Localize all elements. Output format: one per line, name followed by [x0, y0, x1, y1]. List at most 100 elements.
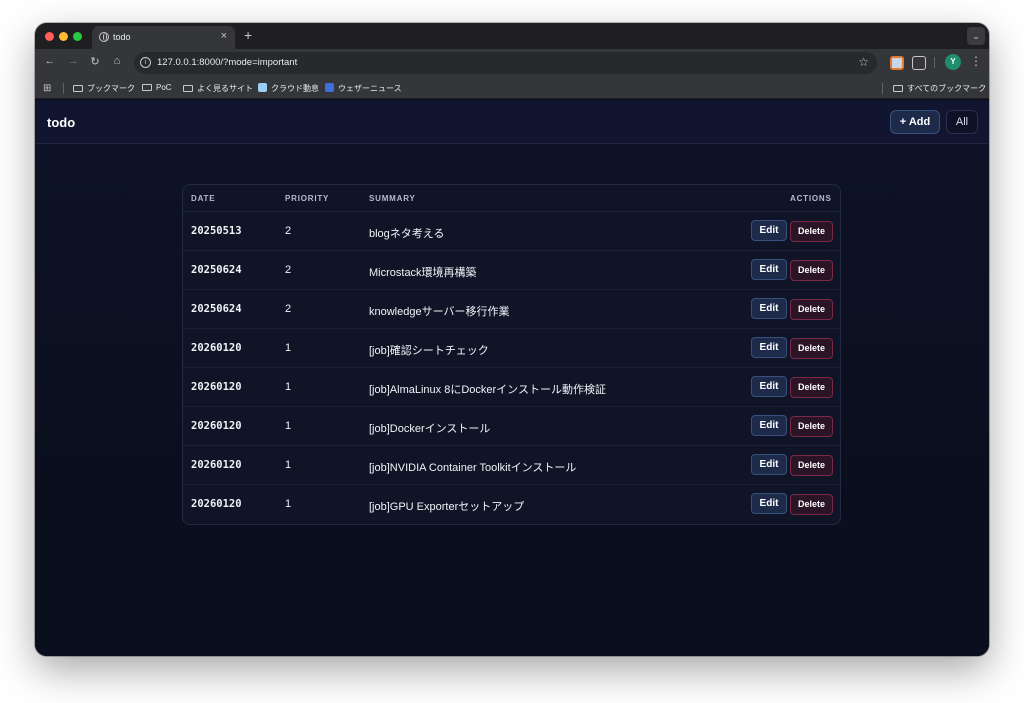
- priority-cell: 1: [285, 381, 292, 393]
- summary-cell: blogネタ考える: [369, 228, 445, 240]
- bookmark-star-icon[interactable]: ☆: [858, 55, 869, 69]
- edit-button[interactable]: Edit: [751, 454, 787, 475]
- delete-button[interactable]: Delete: [790, 260, 833, 281]
- date-cell: 20260120: [191, 459, 242, 471]
- delete-button[interactable]: Delete: [790, 299, 833, 320]
- date-cell: 20250624: [191, 303, 242, 315]
- table-row: 20250624 2 knowledgeサーバー移行作業 Edit Delete: [183, 290, 840, 329]
- date-cell: 20260120: [191, 342, 242, 354]
- summary-cell: [job]NVIDIA Container Toolkitインストール: [369, 462, 577, 474]
- bookmark-folder-bookmarks[interactable]: ブックマーク: [73, 83, 135, 94]
- priority-cell: 2: [285, 225, 292, 237]
- priority-cell: 1: [285, 498, 292, 510]
- page-footer-area: [35, 518, 989, 656]
- edit-button[interactable]: Edit: [751, 298, 787, 319]
- chevron-down-icon[interactable]: ⌄: [967, 27, 985, 45]
- app-header: todo + Add All: [35, 100, 989, 144]
- kebab-menu-icon[interactable]: ⋮: [970, 54, 982, 68]
- column-header-priority: PRIORITY: [285, 194, 330, 203]
- date-cell: 20260120: [191, 498, 242, 510]
- close-window-button[interactable]: [45, 32, 54, 41]
- site-info-icon[interactable]: i: [140, 57, 151, 68]
- cloud-site-icon: [258, 83, 267, 92]
- back-arrow-icon[interactable]: ←: [42, 55, 58, 67]
- bookmark-folder-frequent[interactable]: よく見るサイト: [183, 83, 253, 94]
- todo-app: todo + Add All DATE PRIORITY SUMMARY ACT…: [35, 100, 989, 656]
- app-title: todo: [47, 115, 76, 130]
- delete-button[interactable]: Delete: [790, 416, 833, 437]
- table-row: 20260120 1 [job]確認シートチェック Edit Delete: [183, 329, 840, 368]
- column-header-actions: ACTIONS: [790, 194, 832, 203]
- bookmarks-bar: ⊞ ブックマーク PoC よく見るサイト クラウド動息 ウェザーニュース すべて…: [35, 78, 989, 99]
- folder-icon: [183, 85, 193, 92]
- bookmark-cloud[interactable]: クラウド動息: [258, 83, 319, 94]
- date-cell: 20250513: [191, 225, 242, 237]
- edit-button[interactable]: Edit: [751, 376, 787, 397]
- summary-cell: knowledgeサーバー移行作業: [369, 306, 510, 318]
- reload-icon[interactable]: ↻: [87, 55, 103, 68]
- tab-title: todo: [113, 32, 131, 42]
- bookmarks-divider: [882, 83, 883, 94]
- edit-button[interactable]: Edit: [751, 259, 787, 280]
- table-header: DATE PRIORITY SUMMARY ACTIONS: [183, 185, 840, 212]
- folder-icon: [142, 84, 152, 91]
- date-cell: 20260120: [191, 420, 242, 432]
- edit-button[interactable]: Edit: [751, 493, 787, 514]
- maximize-window-button[interactable]: [73, 32, 82, 41]
- toolbar-divider: [934, 57, 935, 68]
- all-bookmarks-folder[interactable]: すべてのブックマーク: [893, 83, 986, 94]
- delete-button[interactable]: Delete: [790, 221, 833, 242]
- minimize-window-button[interactable]: [59, 32, 68, 41]
- home-icon[interactable]: ⌂: [109, 55, 125, 67]
- tab-strip: todo × + ⌄: [35, 23, 989, 49]
- priority-cell: 2: [285, 303, 292, 315]
- forward-arrow-icon[interactable]: →: [65, 55, 81, 67]
- delete-button[interactable]: Delete: [790, 377, 833, 398]
- column-header-date: DATE: [191, 194, 216, 203]
- priority-cell: 1: [285, 342, 292, 354]
- browser-tab[interactable]: todo ×: [92, 26, 235, 49]
- column-header-summary: SUMMARY: [369, 194, 416, 203]
- table-row: 20250624 2 Microstack環境再構築 Edit Delete: [183, 251, 840, 290]
- date-cell: 20260120: [191, 381, 242, 393]
- table-row: 20260120 1 [job]NVIDIA Container Toolkit…: [183, 446, 840, 485]
- summary-cell: [job]確認シートチェック: [369, 345, 489, 357]
- puzzle-icon[interactable]: [912, 56, 926, 70]
- edit-button[interactable]: Edit: [751, 337, 787, 358]
- edit-button[interactable]: Edit: [751, 220, 787, 241]
- url-text: 127.0.0.1:8000/?mode=important: [157, 57, 298, 68]
- bookmark-weathernews[interactable]: ウェザーニュース: [325, 83, 402, 94]
- close-tab-icon[interactable]: ×: [221, 30, 227, 42]
- summary-cell: Microstack環境再構築: [369, 267, 477, 279]
- table-row: 20260120 1 [job]GPU Exporterセットアップ Edit …: [183, 485, 840, 524]
- delete-button[interactable]: Delete: [790, 338, 833, 359]
- folder-icon: [893, 85, 903, 92]
- summary-cell: [job]GPU Exporterセットアップ: [369, 501, 525, 513]
- all-filter-button[interactable]: All: [946, 110, 978, 134]
- table-row: 20260120 1 [job]Dockerインストール Edit Delete: [183, 407, 840, 446]
- summary-cell: [job]AlmaLinux 8にDockerインストール動作検証: [369, 384, 606, 396]
- globe-icon: [99, 32, 109, 42]
- new-tab-button[interactable]: +: [244, 27, 252, 43]
- browser-toolbar: ← → ↻ ⌂ i 127.0.0.1:8000/?mode=important…: [35, 49, 989, 78]
- browser-window: todo × + ⌄ ← → ↻ ⌂ i 127.0.0.1:8000/?mod…: [35, 23, 989, 656]
- add-button[interactable]: + Add: [890, 110, 940, 134]
- priority-cell: 1: [285, 420, 292, 432]
- todo-table: DATE PRIORITY SUMMARY ACTIONS 20250513 2…: [182, 184, 841, 525]
- extension-icon[interactable]: [890, 56, 904, 70]
- priority-cell: 2: [285, 264, 292, 276]
- delete-button[interactable]: Delete: [790, 455, 833, 476]
- address-bar[interactable]: i 127.0.0.1:8000/?mode=important ☆: [134, 52, 877, 74]
- bookmarks-divider: [63, 83, 64, 94]
- date-cell: 20250624: [191, 264, 242, 276]
- priority-cell: 1: [285, 459, 292, 471]
- table-row: 20260120 1 [job]AlmaLinux 8にDockerインストール…: [183, 368, 840, 407]
- edit-button[interactable]: Edit: [751, 415, 787, 436]
- table-row: 20250513 2 blogネタ考える Edit Delete: [183, 212, 840, 251]
- delete-button[interactable]: Delete: [790, 494, 833, 515]
- profile-avatar[interactable]: Y: [945, 54, 961, 70]
- apps-grid-icon[interactable]: ⊞: [43, 83, 51, 94]
- folder-icon: [73, 85, 83, 92]
- bookmark-folder-poc[interactable]: PoC: [142, 83, 172, 92]
- weather-site-icon: [325, 83, 334, 92]
